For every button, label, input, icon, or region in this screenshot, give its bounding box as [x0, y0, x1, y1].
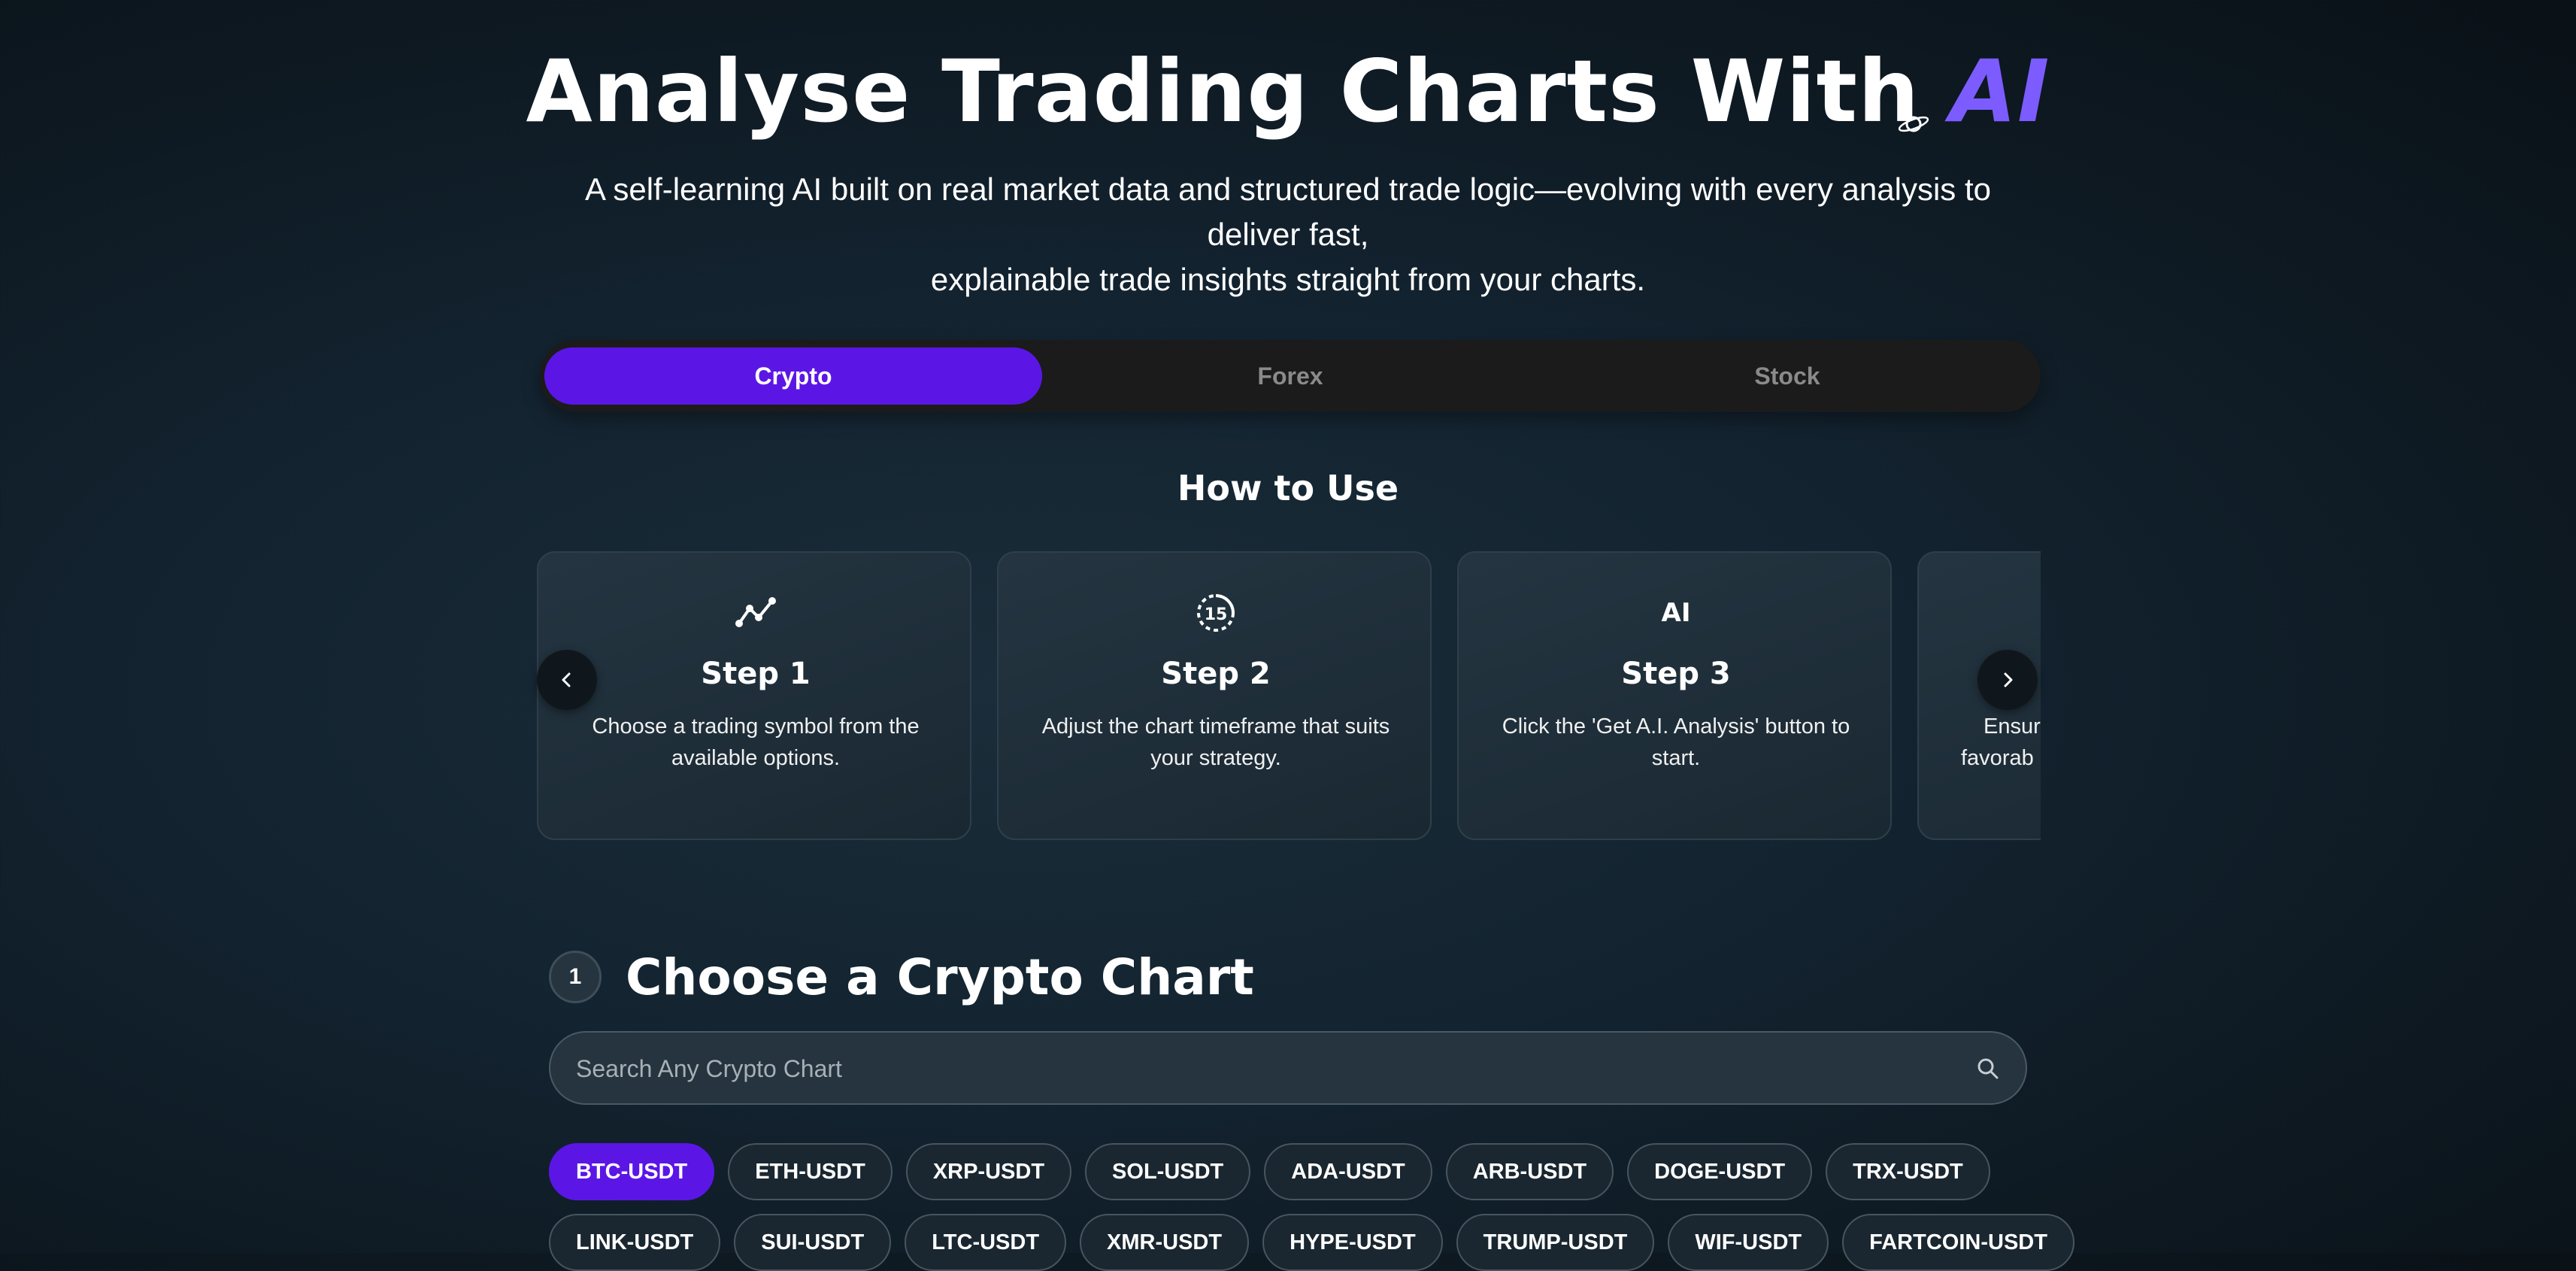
symbol-chip-doge-usdt[interactable]: DOGE-USDT — [1627, 1143, 1813, 1200]
symbol-chip-hype-usdt[interactable]: HYPE-USDT — [1262, 1214, 1443, 1271]
planet-icon — [1898, 116, 1929, 132]
symbol-chip-row-2: LINK-USDT SUI-USDT LTC-USDT XMR-USDT HYP… — [549, 1214, 2074, 1271]
symbol-chip-trump-usdt[interactable]: TRUMP-USDT — [1456, 1214, 1655, 1271]
step-card-2: 15 Step 2 Adjust the chart timeframe tha… — [997, 551, 1432, 840]
step-description: Click the 'Get A.I. Analysis' button to … — [1502, 714, 1850, 770]
symbol-chip-row-1: BTC-USDT ETH-USDT XRP-USDT SOL-USDT ADA-… — [549, 1143, 1990, 1200]
chevron-left-icon — [562, 672, 571, 687]
symbol-chip-eth-usdt[interactable]: ETH-USDT — [728, 1143, 893, 1200]
choose-chart-title: Choose a Crypto Chart — [626, 948, 1254, 1006]
symbol-chip-wif-usdt[interactable]: WIF-USDT — [1668, 1214, 1829, 1271]
timeframe-15-icon: 15 — [1197, 594, 1235, 632]
step-number-badge: 1 — [549, 951, 602, 1003]
hero-title-main: Analyse Trading Charts With — [526, 41, 1950, 141]
step-card-3: AI Step 3 Click the 'Get A.I. Analysis' … — [1457, 551, 1892, 840]
symbol-chip-link-usdt[interactable]: LINK-USDT — [549, 1214, 721, 1271]
symbol-chip-ada-usdt[interactable]: ADA-USDT — [1264, 1143, 1432, 1200]
symbol-chip-trx-usdt[interactable]: TRX-USDT — [1826, 1143, 1990, 1200]
step-title: Step 3 — [1621, 657, 1731, 691]
step-description: Adjust the chart timeframe that suits yo… — [1041, 714, 1390, 770]
search-icon[interactable] — [1976, 1057, 2000, 1081]
search-input[interactable] — [574, 1033, 1961, 1105]
tab-crypto[interactable]: Crypto — [544, 347, 1042, 405]
svg-text:15: 15 — [1205, 605, 1228, 624]
ai-icon: AI — [1661, 598, 1691, 628]
trend-line-icon — [735, 597, 776, 627]
carousel-next-button[interactable] — [1977, 650, 2038, 710]
step-card-1: Step 1 Choose a trading symbol from the … — [537, 551, 971, 840]
step-description: Choose a trading symbol from the availab… — [592, 714, 920, 770]
hero-subtitle-line-2: explainable trade insights straight from… — [930, 262, 1646, 297]
step-title: Step 1 — [701, 657, 811, 691]
hero-title: Analyse Trading Charts With AI — [0, 39, 2576, 144]
symbol-chip-ltc-usdt[interactable]: LTC-USDT — [905, 1214, 1067, 1271]
market-tabs: Crypto Forex Stock — [540, 340, 2041, 412]
symbol-chip-xmr-usdt[interactable]: XMR-USDT — [1080, 1214, 1250, 1271]
tab-stock[interactable]: Stock — [1538, 347, 2036, 405]
hero-subtitle-line-1: A self-learning AI built on real market … — [585, 171, 1991, 252]
page: Analyse Trading Charts With AI A self-le… — [0, 0, 2576, 1271]
symbol-chip-sol-usdt[interactable]: SOL-USDT — [1085, 1143, 1251, 1200]
step-title: Step 2 — [1161, 657, 1271, 691]
how-to-use-title: How to Use — [1177, 468, 1399, 508]
steps-carousel: Step 1 Choose a trading symbol from the … — [537, 551, 2041, 843]
search-box — [549, 1031, 2027, 1105]
carousel-prev-button[interactable] — [537, 650, 597, 710]
hero-subtitle: A self-learning AI built on real market … — [536, 167, 2040, 302]
symbol-chip-sui-usdt[interactable]: SUI-USDT — [734, 1214, 892, 1271]
hero-title-accent: AI — [1950, 41, 2050, 141]
tab-forex[interactable]: Forex — [1041, 347, 1539, 405]
symbol-chip-xrp-usdt[interactable]: XRP-USDT — [905, 1143, 1072, 1200]
step-description: Ensur favorab — [1961, 714, 2041, 770]
symbol-chip-fartcoin-usdt[interactable]: FARTCOIN-USDT — [1842, 1214, 2074, 1271]
symbol-chip-arb-usdt[interactable]: ARB-USDT — [1445, 1143, 1614, 1200]
symbol-chip-btc-usdt[interactable]: BTC-USDT — [549, 1143, 715, 1200]
chevron-right-icon — [2004, 672, 2013, 687]
